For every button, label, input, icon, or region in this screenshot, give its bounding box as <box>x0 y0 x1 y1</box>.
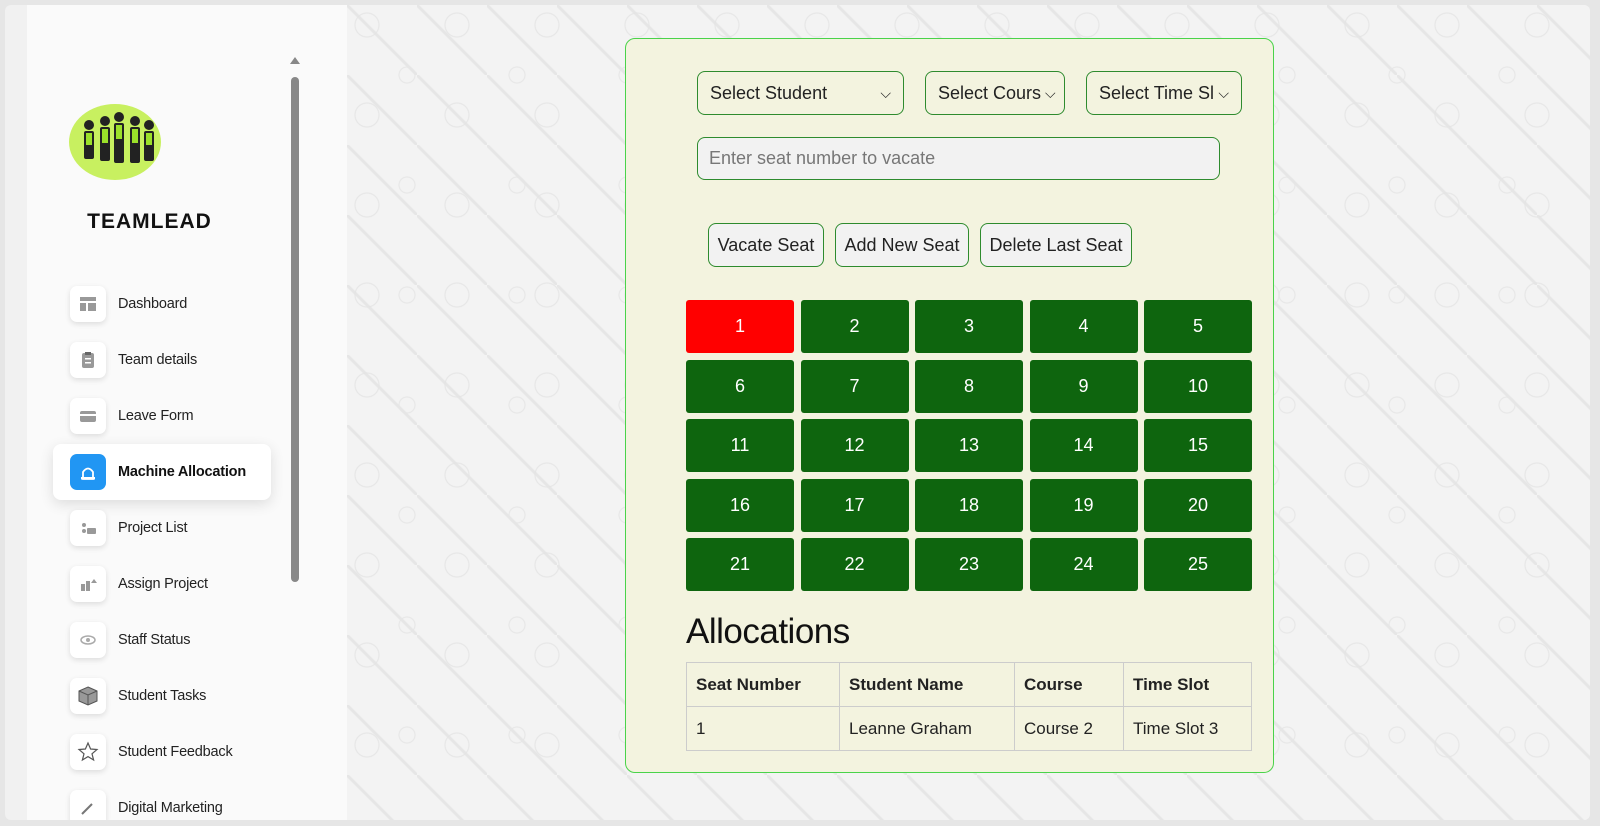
scroll-thumb[interactable] <box>291 77 299 582</box>
seat-16[interactable]: 16 <box>686 478 794 532</box>
dashboard-icon <box>70 286 106 322</box>
seat-12[interactable]: 12 <box>800 419 909 473</box>
sidebar-item-leave-form[interactable]: Leave Form <box>53 388 271 444</box>
sidebar-item-label: Student Feedback <box>118 744 233 760</box>
seat-9[interactable]: 9 <box>1029 359 1138 413</box>
assign-icon <box>70 566 106 602</box>
sidebar-item-label: Project List <box>118 520 188 536</box>
seat-18[interactable]: 18 <box>915 478 1023 532</box>
seat-19[interactable]: 19 <box>1029 478 1138 532</box>
card-icon <box>70 398 106 434</box>
sidebar-item-machine-allocation[interactable]: Machine Allocation <box>53 444 271 500</box>
sidebar-item-label: Digital Marketing <box>118 800 223 816</box>
seat-7[interactable]: 7 <box>800 359 909 413</box>
seat-3[interactable]: 3 <box>915 300 1023 353</box>
table-header-row: Seat Number Student Name Course Time Slo… <box>686 662 1252 707</box>
sidebar-item-label: Machine Allocation <box>118 464 246 480</box>
seat-15[interactable]: 15 <box>1144 419 1252 473</box>
sidebar-scrollbar[interactable] <box>289 57 301 587</box>
seat-6[interactable]: 6 <box>686 359 794 413</box>
sidebar-item-project-list[interactable]: Project List <box>53 500 271 556</box>
scroll-up-arrow-icon[interactable] <box>290 57 300 64</box>
seat-22[interactable]: 22 <box>800 538 909 592</box>
seat-23[interactable]: 23 <box>915 538 1023 592</box>
chevron-down-icon: ⌵ <box>1045 84 1056 101</box>
seat-5[interactable]: 5 <box>1144 300 1252 353</box>
sidebar-item-student-tasks[interactable]: Student Tasks <box>53 668 271 724</box>
sidebar-item-student-feedback[interactable]: Student Feedback <box>53 724 271 780</box>
pen-icon <box>70 790 106 820</box>
course-select-value: Select Cours <box>938 82 1042 103</box>
box-icon <box>70 678 106 714</box>
sidebar-item-label: Student Tasks <box>118 688 207 704</box>
sidebar-item-dashboard[interactable]: Dashboard <box>53 276 271 332</box>
timeslot-select[interactable]: Select Time Sl ⌵ <box>1086 71 1242 115</box>
cell-student-name: Leanne Graham <box>839 706 1015 751</box>
delete-last-seat-button[interactable]: Delete Last Seat <box>980 223 1132 267</box>
eye-icon <box>70 622 106 658</box>
header-time-slot: Time Slot <box>1123 662 1252 707</box>
header-seat-number: Seat Number <box>686 662 840 707</box>
star-icon <box>70 734 106 770</box>
seat-24[interactable]: 24 <box>1029 538 1138 592</box>
sidebar-item-label: Assign Project <box>118 576 208 592</box>
seat-21[interactable]: 21 <box>686 538 794 592</box>
seat-20[interactable]: 20 <box>1144 478 1252 532</box>
student-select[interactable]: Select Student ⌵ <box>697 71 904 115</box>
sidebar-item-staff-status[interactable]: Staff Status <box>53 612 271 668</box>
chevron-down-icon: ⌵ <box>1218 84 1229 101</box>
clipboard-icon <box>70 342 106 378</box>
cell-seat-number: 1 <box>686 706 840 751</box>
sidebar-item-label: Dashboard <box>118 296 188 312</box>
machine-icon <box>70 454 106 490</box>
header-student-name: Student Name <box>839 662 1015 707</box>
chevron-down-icon: ⌵ <box>880 84 891 101</box>
brand-title: TEAMLEAD <box>87 210 212 233</box>
seat-13[interactable]: 13 <box>915 419 1023 473</box>
cell-time-slot: Time Slot 3 <box>1123 706 1252 751</box>
vacate-seat-input[interactable]: Enter seat number to vacate <box>697 137 1220 180</box>
sidebar-item-label: Team details <box>118 352 197 368</box>
vacate-seat-button[interactable]: Vacate Seat <box>708 223 824 267</box>
sidebar-item-label: Staff Status <box>118 632 191 648</box>
student-select-value: Select Student <box>710 82 828 103</box>
allocations-table: Seat Number Student Name Course Time Slo… <box>686 662 1252 751</box>
project-list-icon <box>70 510 106 546</box>
header-course: Course <box>1014 662 1124 707</box>
table-row: 1 Leanne Graham Course 2 Time Slot 3 <box>686 706 1252 751</box>
seat-25[interactable]: 25 <box>1144 538 1252 592</box>
sidebar-item-digital-marketing[interactable]: Digital Marketing <box>53 780 271 820</box>
seat-14[interactable]: 14 <box>1029 419 1138 473</box>
sidebar-item-team-details[interactable]: Team details <box>53 332 271 388</box>
vacate-seat-placeholder: Enter seat number to vacate <box>709 148 936 168</box>
sidebar-item-label: Leave Form <box>118 408 194 424</box>
seat-grid: 1 2 3 4 5 6 7 8 9 10 11 12 13 14 15 16 17 18 19 20 21 22 23 24 2… <box>686 300 1252 592</box>
team-logo <box>69 104 161 180</box>
seat-2[interactable]: 2 <box>800 300 909 353</box>
seat-17[interactable]: 17 <box>800 478 909 532</box>
sidebar: TEAMLEAD Dashboard Team details Leave Fo… <box>27 5 347 820</box>
seat-11[interactable]: 11 <box>686 419 794 473</box>
seat-8[interactable]: 8 <box>915 359 1023 413</box>
sidebar-item-assign-project[interactable]: Assign Project <box>53 556 271 612</box>
cell-course: Course 2 <box>1014 706 1124 751</box>
seat-10[interactable]: 10 <box>1144 359 1252 413</box>
seat-1[interactable]: 1 <box>686 300 794 353</box>
timeslot-select-value: Select Time Sl <box>1099 82 1215 103</box>
machine-allocation-panel: Select Student ⌵ Select Cours ⌵ Select T… <box>625 38 1274 773</box>
allocations-heading: Allocations <box>686 612 850 651</box>
seat-4[interactable]: 4 <box>1029 300 1138 353</box>
add-new-seat-button[interactable]: Add New Seat <box>835 223 969 267</box>
app-window: TEAMLEAD Dashboard Team details Leave Fo… <box>5 5 1590 820</box>
course-select[interactable]: Select Cours ⌵ <box>925 71 1065 115</box>
